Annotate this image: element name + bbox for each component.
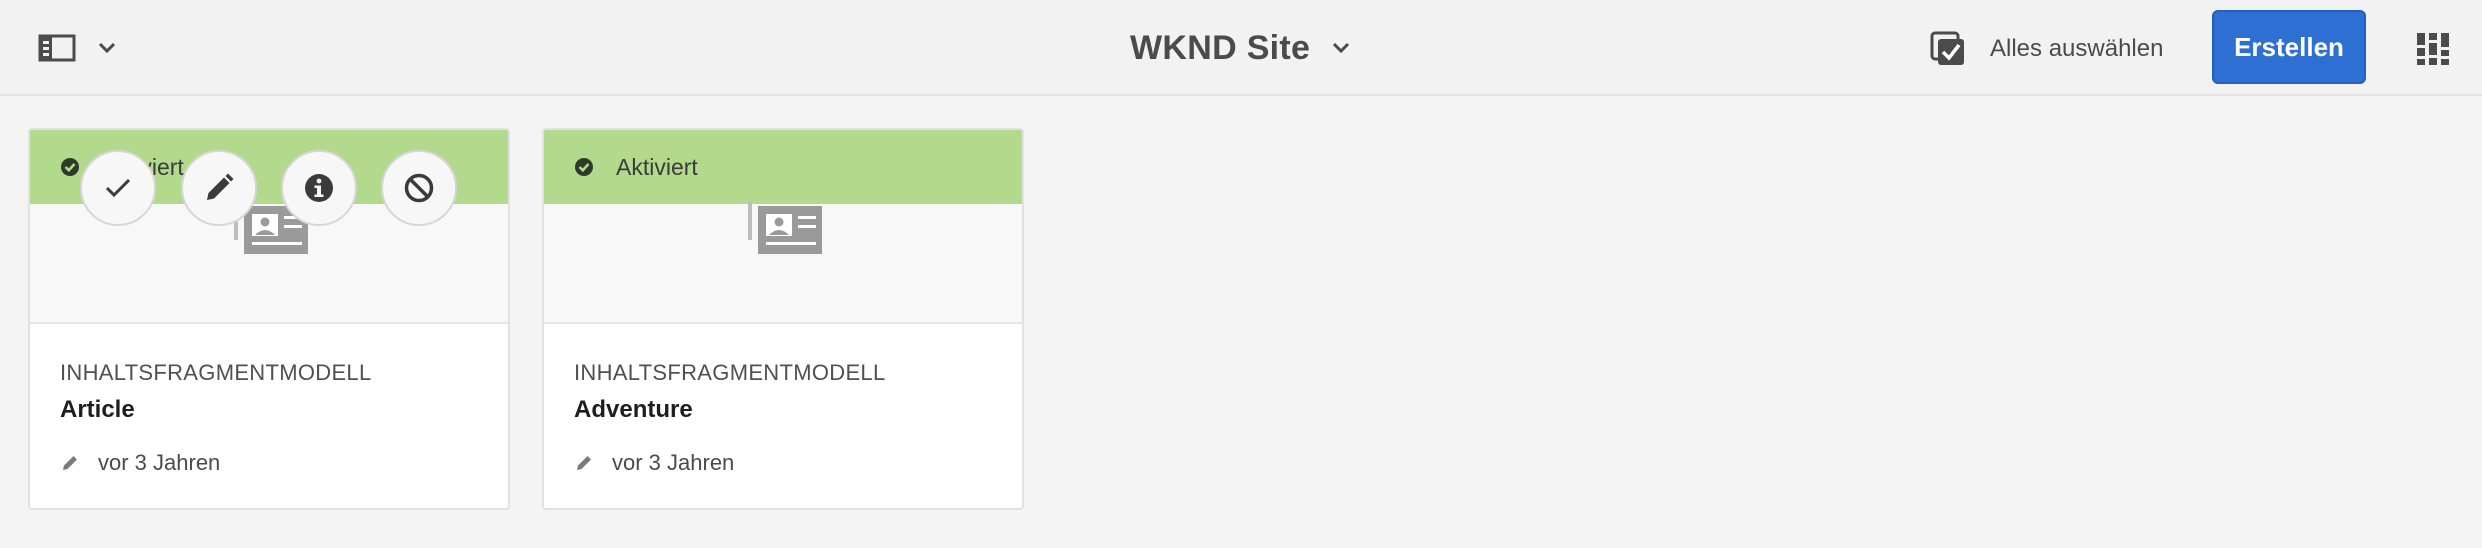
view-switcher-button[interactable] xyxy=(2410,26,2456,72)
title-chevron-down-icon xyxy=(1333,42,1350,54)
status-check-circle-icon xyxy=(575,158,593,176)
site-title-dropdown[interactable]: WKND Site xyxy=(1130,18,1350,78)
card-meta: INHALTSFRAGMENTMODELL Article vor 3 Jahr… xyxy=(30,326,508,508)
select-all-checkbox-icon xyxy=(1930,31,1964,65)
disable-icon xyxy=(404,173,434,203)
select-all-button[interactable]: Alles auswählen xyxy=(1930,26,2163,72)
card-modified: vor 3 Jahren xyxy=(60,450,508,476)
card-type-label: INHALTSFRAGMENTMODELL xyxy=(574,360,886,385)
top-action-bar: WKND Site Alles auswählen Erstellen xyxy=(0,0,2482,96)
quick-action-select-button[interactable] xyxy=(80,150,156,226)
modified-text: vor 3 Jahren xyxy=(98,450,221,475)
edit-icon xyxy=(207,173,234,200)
modified-text: vor 3 Jahren xyxy=(612,450,735,475)
chevron-down-icon xyxy=(98,42,116,54)
rail-toggle-icon xyxy=(38,34,76,62)
quick-actions-overlay xyxy=(30,130,508,330)
quick-action-disable-button[interactable] xyxy=(381,150,457,226)
card-type-label: INHALTSFRAGMENTMODELL xyxy=(60,360,372,385)
content-fragment-model-icon xyxy=(748,202,822,254)
card-meta: INHALTSFRAGMENTMODELL Adventure vor 3 Ja… xyxy=(544,326,1022,508)
card-article[interactable]: Aktiviert INHALTSFRAGMENTMODELL Article … xyxy=(28,128,510,510)
card-title: Adventure xyxy=(574,396,693,423)
create-button[interactable]: Erstellen xyxy=(2212,10,2366,84)
select-all-label: Alles auswählen xyxy=(1990,35,2164,62)
page-title: WKND Site xyxy=(1130,28,1311,67)
status-label: Aktiviert xyxy=(616,153,698,180)
quick-action-info-button[interactable] xyxy=(281,150,357,226)
info-icon xyxy=(305,174,333,202)
card-adventure[interactable]: Aktiviert INHALTSFRAGMENTMODELL Adventur… xyxy=(542,128,1024,510)
quick-action-edit-button[interactable] xyxy=(181,150,257,226)
pencil-icon xyxy=(63,456,77,470)
status-badge: Aktiviert xyxy=(544,130,1022,204)
card-title: Article xyxy=(60,396,135,423)
card-preview: Aktiviert xyxy=(544,130,1022,324)
rail-toggle-button[interactable] xyxy=(30,24,126,72)
card-modified: vor 3 Jahren xyxy=(574,450,1022,476)
select-icon xyxy=(105,178,131,198)
card-view-icon xyxy=(2417,33,2449,65)
pencil-icon xyxy=(577,456,591,470)
